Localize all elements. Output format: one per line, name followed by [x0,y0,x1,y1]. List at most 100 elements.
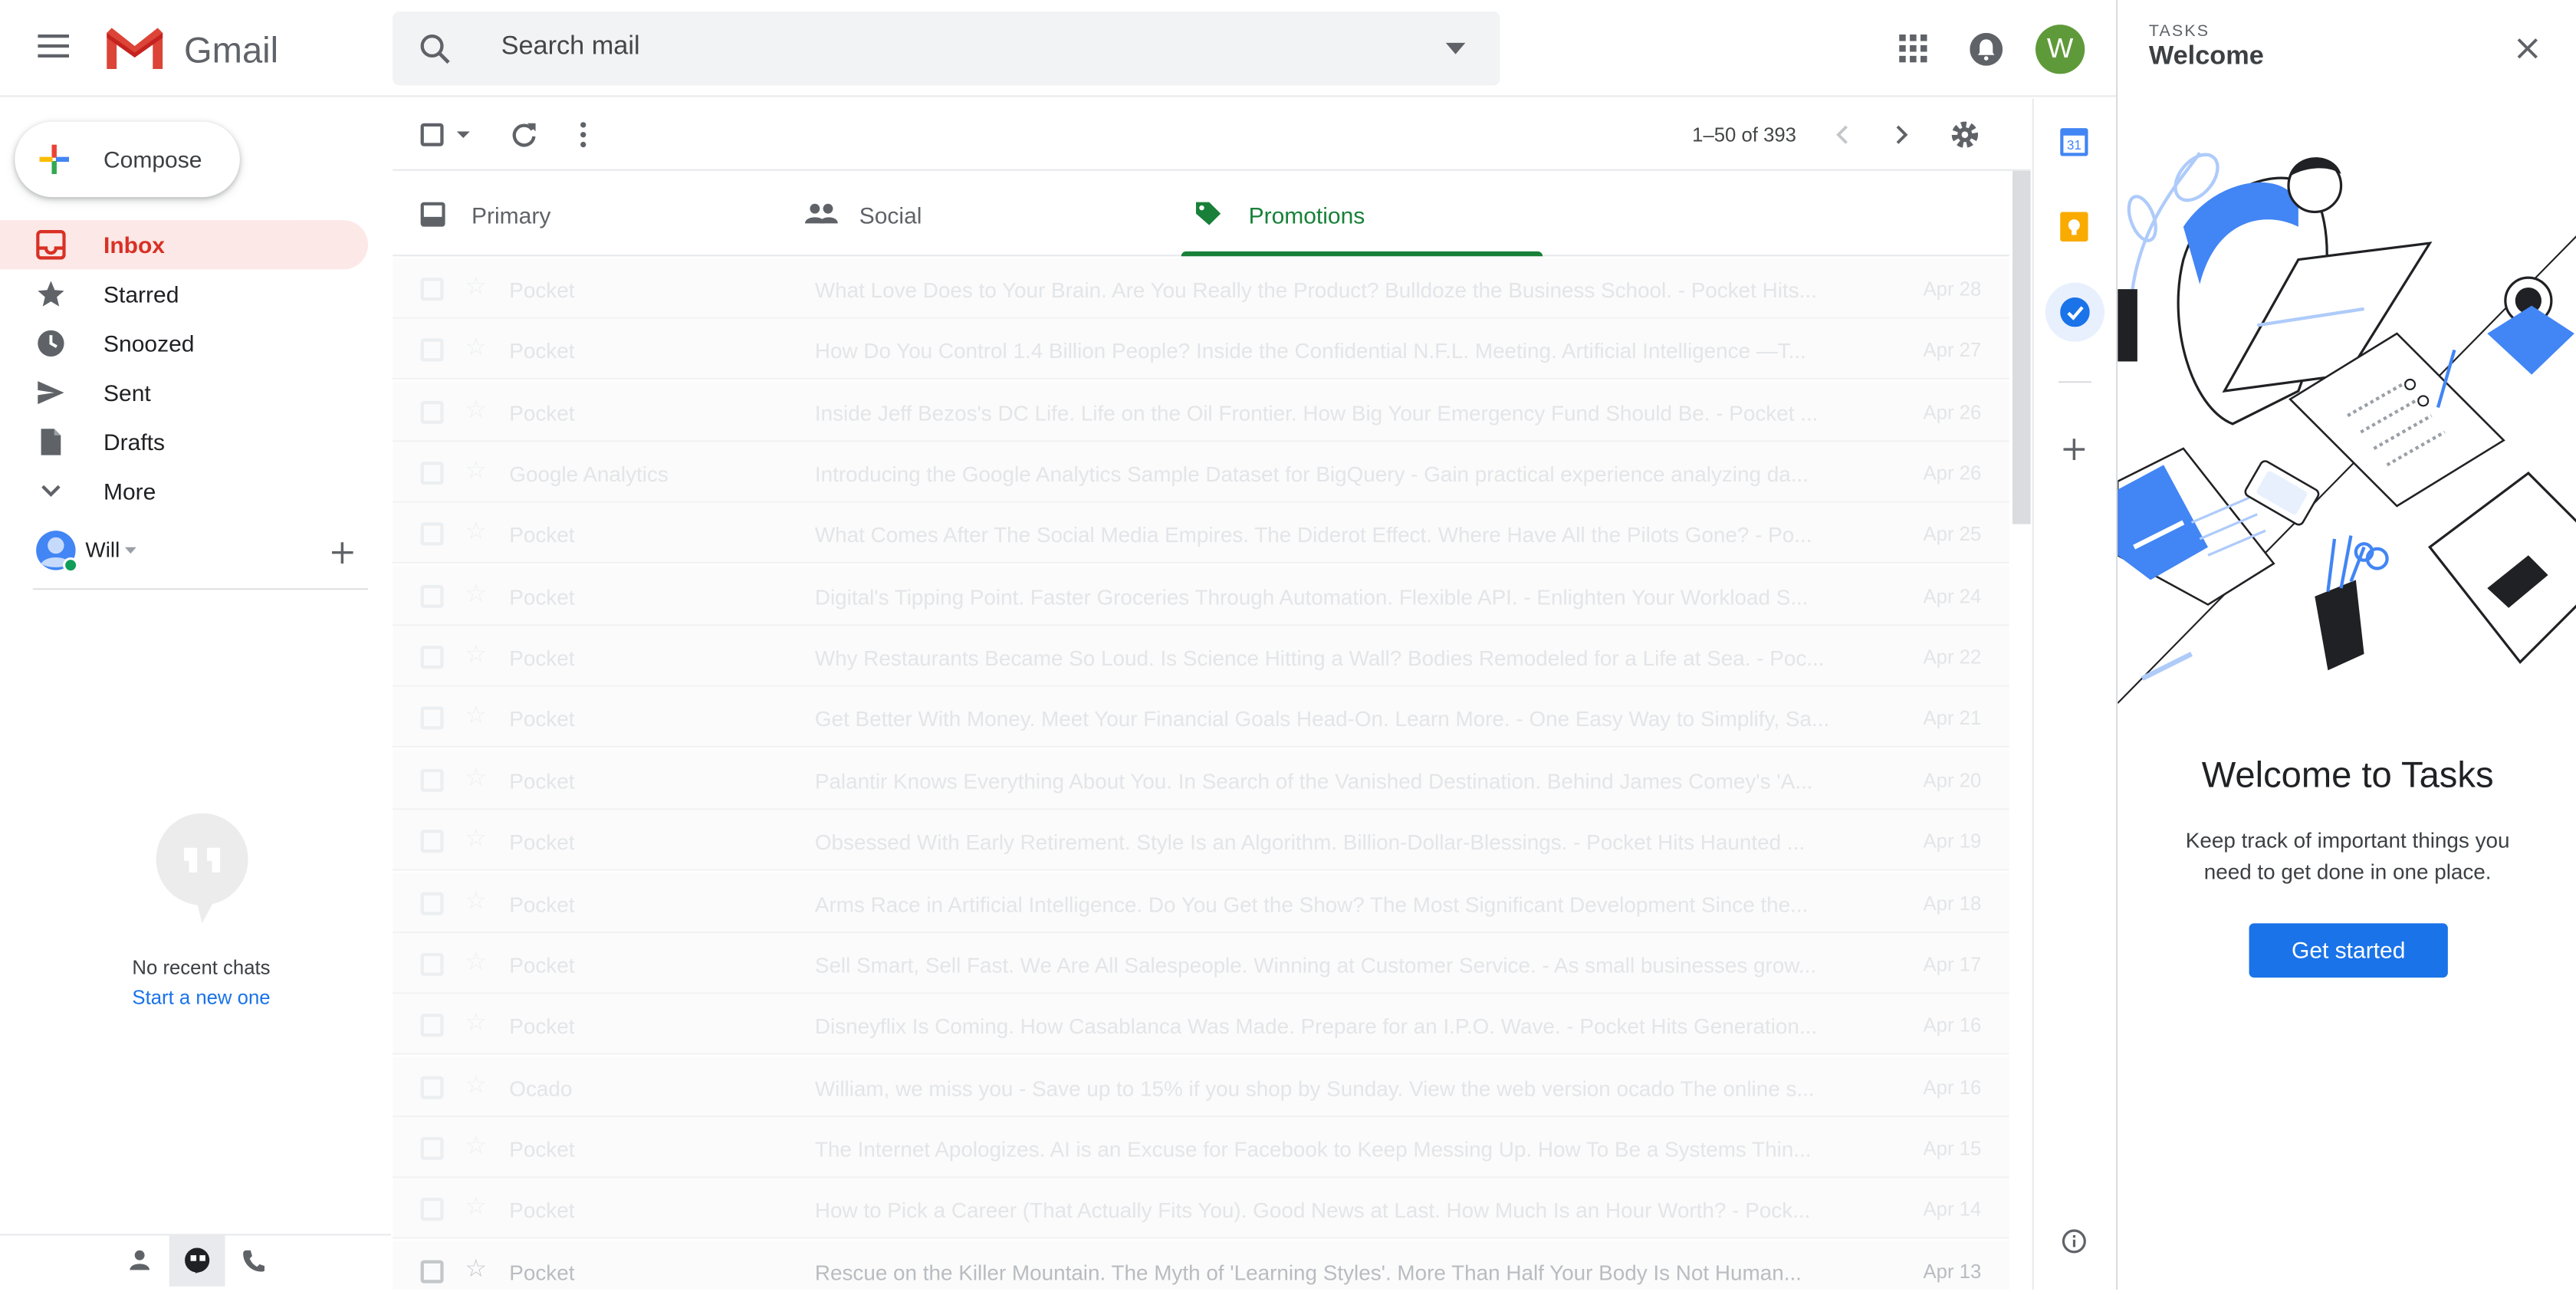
search-input[interactable]: Search mail [501,33,640,63]
row-checkbox[interactable] [420,523,444,547]
gmail-logo-icon[interactable] [104,25,166,72]
email-row[interactable]: ☆ Pocket Rescue on the Killer Mountain. Th… [393,1239,2009,1290]
nav-drafts-label: Drafts [104,429,166,455]
notifications-bell-icon[interactable] [1970,32,2003,66]
get-started-button[interactable]: Get started [2249,923,2448,978]
star-toggle-icon[interactable]: ☆ [465,1195,487,1219]
tasks-icon[interactable] [2045,282,2104,342]
star-toggle-icon[interactable]: ☆ [465,704,487,728]
apps-grid-icon[interactable] [1899,35,1927,63]
account-avatar[interactable]: W [2036,25,2085,74]
nav-starred[interactable]: Starred [0,269,368,318]
star-toggle-icon[interactable]: ☆ [465,949,487,974]
add-addon-icon[interactable] [2063,439,2085,460]
tab-social[interactable]: Social [787,171,1181,256]
calendar-icon[interactable]: 31 [2060,127,2088,156]
email-row[interactable]: ☆ Pocket What Love Does to Your Brain. Are… [393,258,2009,319]
more-options-icon[interactable] [580,122,586,148]
hangouts-chat-icon[interactable] [169,1235,225,1287]
row-checkbox[interactable] [420,707,444,731]
email-row[interactable]: ☆ Pocket How to Pick a Career (That Actual… [393,1178,2009,1240]
compose-button[interactable]: Compose [15,121,240,198]
email-subject: What Love Does to Your Brain. Are You Re… [815,278,1834,302]
star-toggle-icon[interactable]: ☆ [465,581,487,606]
chat-user-name[interactable]: Will [85,537,120,562]
email-row[interactable]: ☆ Pocket Disneyflix Is Coming. How Casabla… [393,994,2009,1056]
row-checkbox[interactable] [420,1075,444,1099]
email-row[interactable]: ☆ Pocket Obsessed With Early Retirement. S… [393,810,2009,872]
star-toggle-icon[interactable]: ☆ [465,336,487,360]
row-checkbox[interactable] [420,1259,444,1283]
row-checkbox[interactable] [420,1136,444,1160]
select-all-checkbox[interactable] [420,123,444,146]
row-checkbox[interactable] [420,952,444,976]
star-toggle-icon[interactable]: ☆ [465,1256,487,1280]
email-row[interactable]: ☆ Pocket How Do You Control 1.4 Billion Pe… [393,319,2009,380]
email-row[interactable]: ☆ Google Analytics Introducing the Google … [393,442,2009,503]
refresh-icon[interactable] [511,122,537,148]
previous-page-icon[interactable] [1835,125,1848,145]
compose-plus-icon [39,144,69,175]
star-toggle-icon[interactable]: ☆ [465,888,487,912]
star-toggle-icon[interactable]: ☆ [465,459,487,483]
row-checkbox[interactable] [420,830,444,853]
row-checkbox[interactable] [420,584,444,608]
row-checkbox[interactable] [420,646,444,669]
nav-sent-label: Sent [104,379,151,406]
main-menu-icon[interactable] [38,33,71,59]
keep-icon[interactable] [2060,212,2088,242]
nav-drafts[interactable]: Drafts [0,417,368,466]
email-subject: How Do You Control 1.4 Billion People? I… [815,339,1834,363]
nav-more[interactable]: More [0,467,368,516]
row-checkbox[interactable] [420,462,444,485]
tab-promotions[interactable]: Promotions [1181,171,1543,256]
email-subject: Disneyflix Is Coming. How Casablanca Was… [815,1014,1834,1039]
nav-inbox[interactable]: Inbox [0,220,368,270]
email-row[interactable]: ☆ Pocket What Comes After The Social Media… [393,503,2009,564]
row-checkbox[interactable] [420,278,444,301]
star-toggle-icon[interactable]: ☆ [465,1011,487,1035]
email-row[interactable]: ☆ Pocket Digital's Tipping Point. Faster G… [393,564,2009,626]
chat-user-dropdown-icon[interactable] [124,547,136,554]
nav-snoozed[interactable]: Snoozed [0,319,368,368]
email-row[interactable]: ☆ Ocado William, we miss you - Save up to … [393,1055,2009,1117]
email-row[interactable]: ☆ Pocket The Internet Apologizes. AI is an… [393,1116,2009,1178]
email-row[interactable]: ☆ Pocket Inside Jeff Bezos's DC Life. Life… [393,380,2009,442]
search-options-dropdown-icon[interactable] [1445,42,1466,54]
chat-user-avatar[interactable] [34,529,77,572]
star-toggle-icon[interactable]: ☆ [465,397,487,422]
email-row[interactable]: ☆ Pocket Palantir Knows Everything About Y… [393,748,2009,810]
tab-primary[interactable]: Primary [393,171,787,256]
start-new-chat-link[interactable]: Start a new one [0,986,402,1009]
email-row[interactable]: ☆ Pocket Arms Race in Artificial Intellige… [393,871,2009,933]
star-toggle-icon[interactable]: ☆ [465,1072,487,1096]
row-checkbox[interactable] [420,891,444,915]
settings-gear-icon[interactable] [1950,120,1980,150]
contacts-person-icon[interactable] [128,1249,151,1272]
star-toggle-icon[interactable]: ☆ [465,643,487,667]
select-dropdown-icon[interactable] [456,131,470,138]
info-icon[interactable] [2062,1229,2086,1254]
row-checkbox[interactable] [420,768,444,792]
row-checkbox[interactable] [420,339,444,363]
row-checkbox[interactable] [420,1198,444,1221]
row-checkbox[interactable] [420,1014,444,1037]
email-row[interactable]: ☆ Pocket Why Restaurants Became So Loud. I… [393,626,2009,687]
email-row[interactable]: ☆ Pocket Get Better With Money. Meet Your … [393,687,2009,748]
nav-sent[interactable]: Sent [0,368,368,417]
email-date: Apr 19 [1923,830,1982,853]
next-page-icon[interactable] [1896,125,1909,145]
search-icon[interactable] [419,33,452,66]
star-toggle-icon[interactable]: ☆ [465,827,487,851]
row-checkbox[interactable] [420,400,444,424]
star-toggle-icon[interactable]: ☆ [465,274,487,299]
star-toggle-icon[interactable]: ☆ [465,1133,487,1158]
email-row[interactable]: ☆ Pocket Sell Smart, Sell Fast. We Are All… [393,932,2009,994]
star-toggle-icon[interactable]: ☆ [465,520,487,544]
search-bar[interactable]: Search mail [393,12,1500,86]
scrollbar[interactable] [2013,170,2031,524]
add-chat-icon[interactable] [331,542,353,564]
close-icon[interactable] [2517,38,2538,59]
star-toggle-icon[interactable]: ☆ [465,765,487,790]
phone-call-icon[interactable] [242,1249,266,1274]
